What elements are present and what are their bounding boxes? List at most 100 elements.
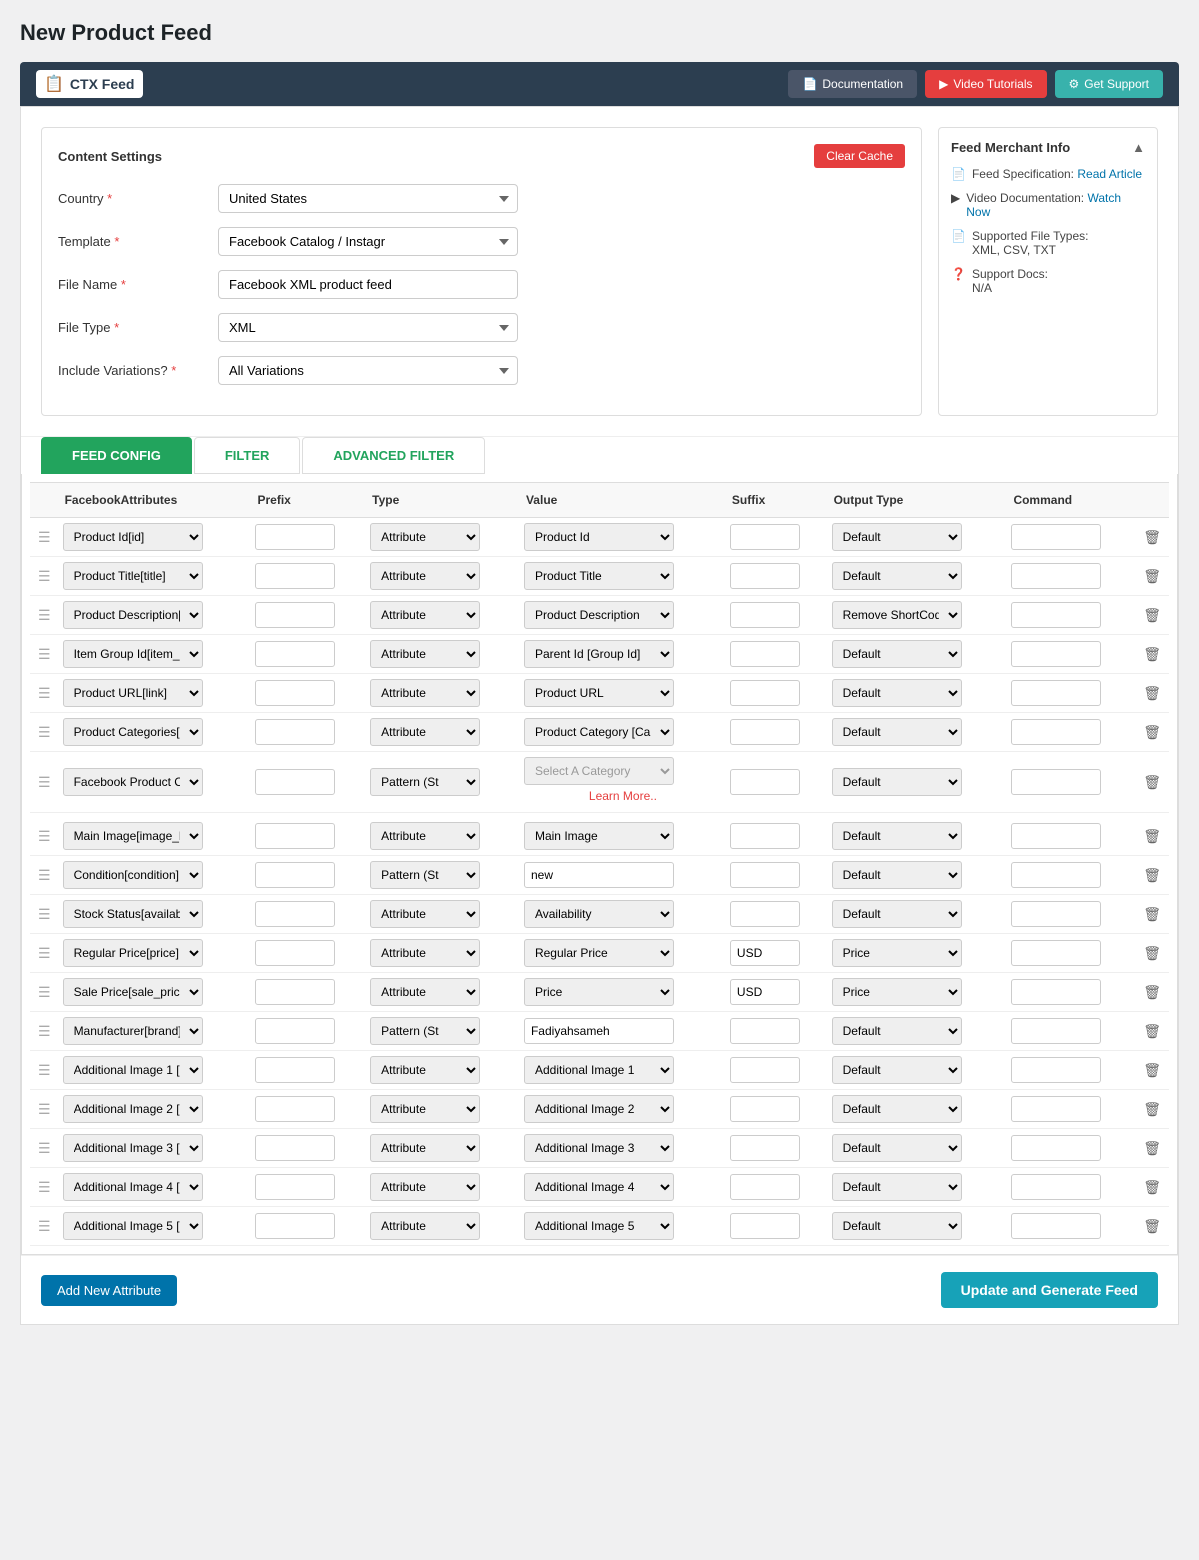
prefix-input[interactable] xyxy=(255,680,335,706)
delete-row-button[interactable]: 🗑 xyxy=(1139,772,1165,793)
attribute-select[interactable]: Product Description[de xyxy=(63,601,203,629)
command-input[interactable] xyxy=(1011,1057,1101,1083)
type-select[interactable]: Attribute xyxy=(370,523,480,551)
delete-row-button[interactable]: 🗑 xyxy=(1139,605,1165,626)
drag-handle-icon[interactable]: ☰ xyxy=(34,529,55,545)
type-select[interactable]: Attribute xyxy=(370,1095,480,1123)
attribute-select[interactable]: Additional Image 5 [ad xyxy=(63,1212,203,1240)
output-type-select[interactable]: Default xyxy=(832,562,962,590)
output-type-select[interactable]: Default xyxy=(832,718,962,746)
clear-cache-button[interactable]: Clear Cache xyxy=(814,144,905,168)
command-input[interactable] xyxy=(1011,1174,1101,1200)
attribute-select[interactable]: Item Group Id[item_gro xyxy=(63,640,203,668)
suffix-input[interactable] xyxy=(730,719,800,745)
value-select[interactable]: Product Id xyxy=(524,523,674,551)
attribute-select[interactable]: Regular Price[price] xyxy=(63,939,203,967)
delete-row-button[interactable]: 🗑 xyxy=(1139,1060,1165,1081)
delete-row-button[interactable]: 🗑 xyxy=(1139,982,1165,1003)
value-select[interactable]: Product URL xyxy=(524,679,674,707)
command-input[interactable] xyxy=(1011,602,1101,628)
suffix-input[interactable] xyxy=(730,1018,800,1044)
output-type-select[interactable]: Price xyxy=(832,978,962,1006)
output-type-select[interactable]: Default xyxy=(832,1056,962,1084)
attribute-select[interactable]: Stock Status[availabilit xyxy=(63,900,203,928)
prefix-input[interactable] xyxy=(255,1096,335,1122)
prefix-input[interactable] xyxy=(255,719,335,745)
attribute-select[interactable]: Product Id[id] xyxy=(63,523,203,551)
delete-row-button[interactable]: 🗑 xyxy=(1139,1138,1165,1159)
documentation-button[interactable]: 📄 Documentation xyxy=(788,70,917,98)
suffix-input[interactable] xyxy=(730,641,800,667)
add-new-attribute-button[interactable]: Add New Attribute xyxy=(41,1275,177,1306)
drag-handle-icon[interactable]: ☰ xyxy=(34,945,55,961)
type-select[interactable]: Attribute xyxy=(370,978,480,1006)
type-select[interactable]: Attribute xyxy=(370,900,480,928)
suffix-input[interactable] xyxy=(730,1096,800,1122)
type-select[interactable]: Pattern (St xyxy=(370,1017,480,1045)
output-type-select[interactable]: Remove ShortCodes xyxy=(832,601,962,629)
type-select[interactable]: Attribute xyxy=(370,718,480,746)
type-select[interactable]: Attribute xyxy=(370,1212,480,1240)
attribute-select[interactable]: Sale Price[sale_price] xyxy=(63,978,203,1006)
command-input[interactable] xyxy=(1011,680,1101,706)
output-type-select[interactable]: Default xyxy=(832,1212,962,1240)
read-article-link[interactable]: Read Article xyxy=(1077,167,1142,181)
drag-handle-icon[interactable]: ☰ xyxy=(34,1218,55,1234)
attribute-select[interactable]: Manufacturer[brand] xyxy=(63,1017,203,1045)
output-type-select[interactable]: Default xyxy=(832,861,962,889)
type-select[interactable]: Attribute xyxy=(370,679,480,707)
value-select[interactable]: Product Description xyxy=(524,601,674,629)
command-input[interactable] xyxy=(1011,979,1101,1005)
command-input[interactable] xyxy=(1011,1096,1101,1122)
filetype-select[interactable]: XML CSV TXT xyxy=(218,313,518,342)
command-input[interactable] xyxy=(1011,769,1101,795)
value-select[interactable]: Product Category [Ca xyxy=(524,718,674,746)
command-input[interactable] xyxy=(1011,524,1101,550)
type-select[interactable]: Pattern (St xyxy=(370,861,480,889)
prefix-input[interactable] xyxy=(255,1174,335,1200)
prefix-input[interactable] xyxy=(255,602,335,628)
variations-select[interactable]: All Variations No Variations xyxy=(218,356,518,385)
command-input[interactable] xyxy=(1011,1213,1101,1239)
attribute-select[interactable]: Product URL[link] xyxy=(63,679,203,707)
command-input[interactable] xyxy=(1011,1135,1101,1161)
type-select[interactable]: Attribute xyxy=(370,939,480,967)
prefix-input[interactable] xyxy=(255,1018,335,1044)
suffix-input[interactable] xyxy=(730,1057,800,1083)
delete-row-button[interactable]: 🗑 xyxy=(1139,644,1165,665)
prefix-input[interactable] xyxy=(255,769,335,795)
drag-handle-icon[interactable]: ☰ xyxy=(34,1101,55,1117)
drag-handle-icon[interactable]: ☰ xyxy=(34,1062,55,1078)
delete-row-button[interactable]: 🗑 xyxy=(1139,1177,1165,1198)
suffix-input[interactable] xyxy=(730,563,800,589)
value-input[interactable] xyxy=(524,862,674,888)
prefix-input[interactable] xyxy=(255,940,335,966)
prefix-input[interactable] xyxy=(255,823,335,849)
output-type-select[interactable]: Default xyxy=(832,1017,962,1045)
value-input[interactable] xyxy=(524,1018,674,1044)
type-select[interactable]: Attribute xyxy=(370,601,480,629)
tab-filter[interactable]: FILTER xyxy=(194,437,301,474)
prefix-input[interactable] xyxy=(255,901,335,927)
output-type-select[interactable]: Default xyxy=(832,768,962,796)
value-select[interactable]: Main Image xyxy=(524,822,674,850)
type-select[interactable]: Attribute xyxy=(370,640,480,668)
command-input[interactable] xyxy=(1011,862,1101,888)
learn-more-link[interactable]: Learn More.. xyxy=(524,785,722,807)
value-select[interactable]: Select A Category xyxy=(524,757,674,785)
attribute-select[interactable]: Main Image[image_link xyxy=(63,822,203,850)
prefix-input[interactable] xyxy=(255,524,335,550)
drag-handle-icon[interactable]: ☰ xyxy=(34,724,55,740)
template-select[interactable]: Facebook Catalog / Instagr xyxy=(218,227,518,256)
value-select[interactable]: Additional Image 5 xyxy=(524,1212,674,1240)
suffix-input[interactable] xyxy=(730,602,800,628)
output-type-select[interactable]: Default xyxy=(832,523,962,551)
attribute-select[interactable]: Product Title[title] xyxy=(63,562,203,590)
drag-handle-icon[interactable]: ☰ xyxy=(34,774,55,790)
prefix-input[interactable] xyxy=(255,1057,335,1083)
attribute-select[interactable]: Condition[condition] xyxy=(63,861,203,889)
suffix-input[interactable] xyxy=(730,1213,800,1239)
suffix-input[interactable] xyxy=(730,769,800,795)
value-select[interactable]: Regular Price xyxy=(524,939,674,967)
value-select[interactable]: Parent Id [Group Id] xyxy=(524,640,674,668)
